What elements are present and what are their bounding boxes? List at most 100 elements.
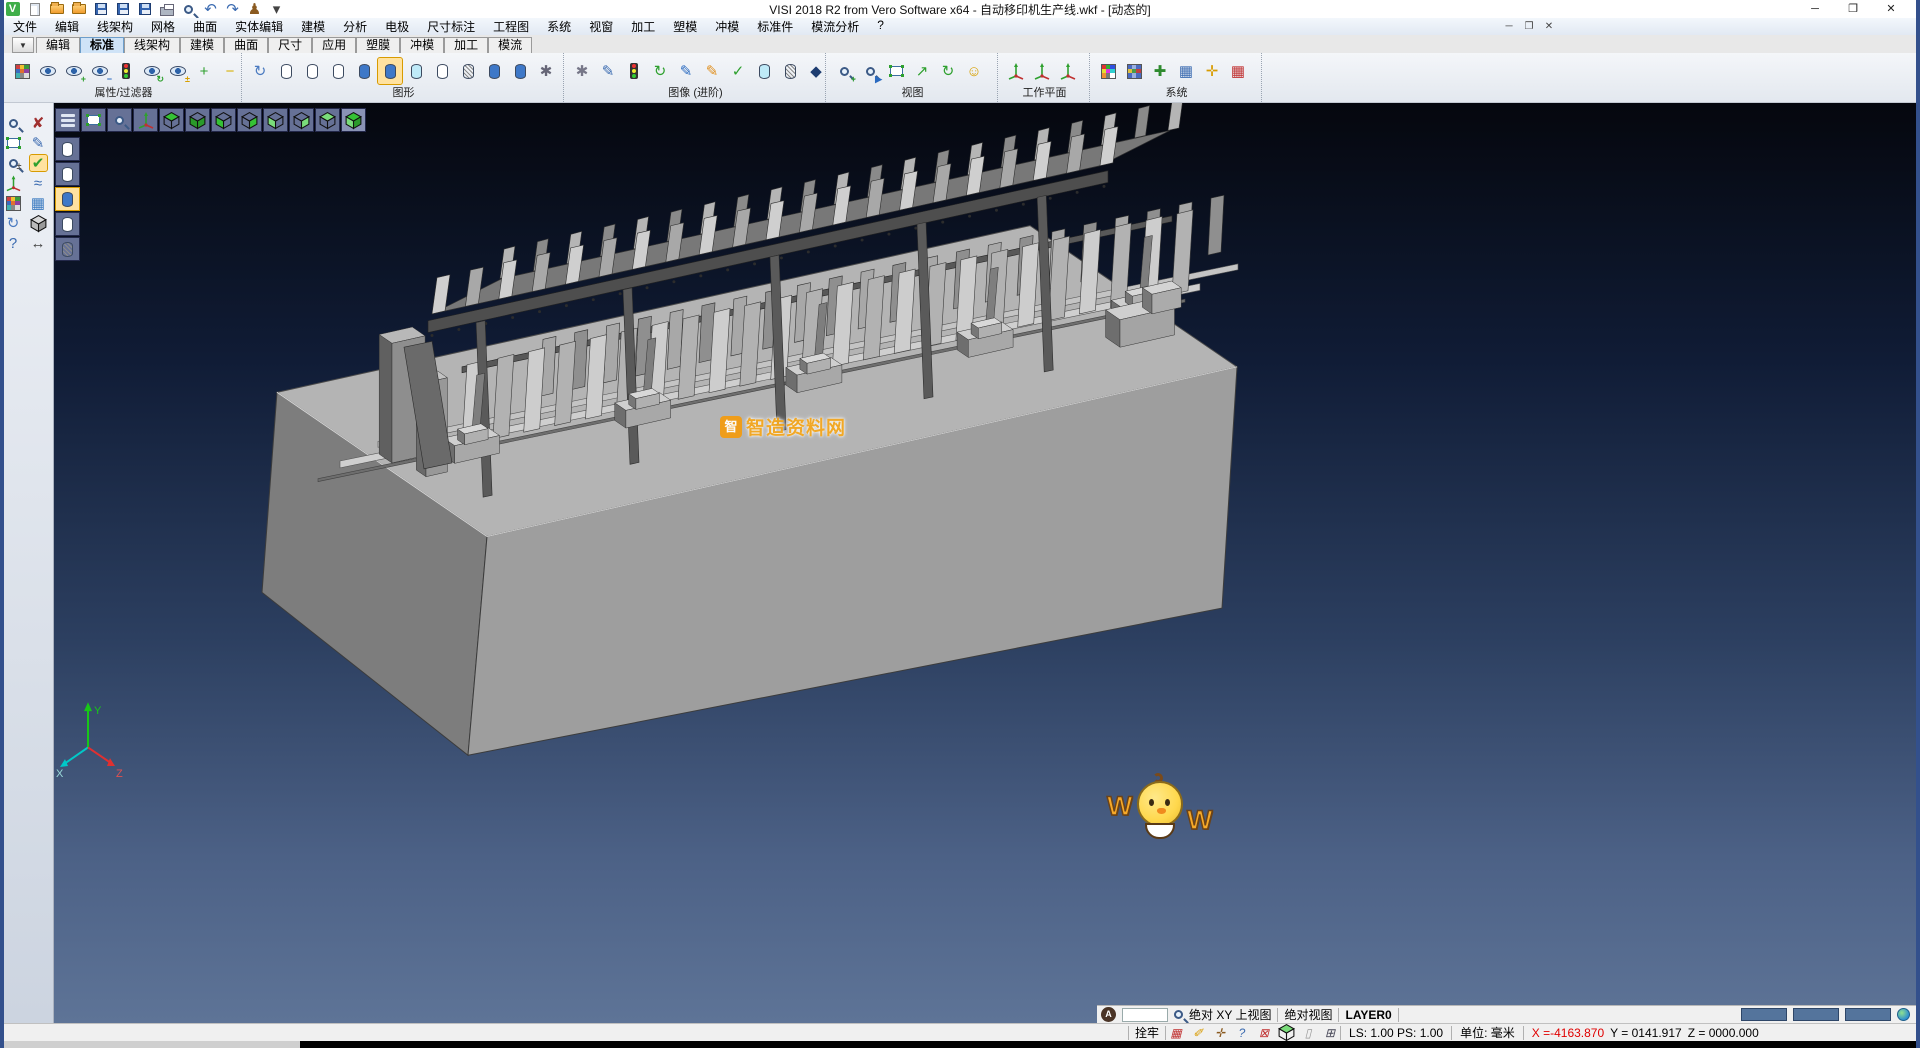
color-swatch-3[interactable]: [1845, 1008, 1891, 1021]
print-icon[interactable]: [158, 1, 175, 17]
view-right-icon[interactable]: [237, 108, 262, 132]
tab-冲模[interactable]: 冲模: [400, 37, 444, 53]
help-icon[interactable]: ?: [1232, 1025, 1252, 1041]
menu-item-10[interactable]: 工程图: [484, 18, 538, 35]
zoom-window-icon[interactable]: [107, 108, 132, 132]
menu-item-0[interactable]: 文件: [4, 18, 46, 35]
zoom-entity-icon[interactable]: ±: [5, 155, 22, 171]
tab-加工[interactable]: 加工: [444, 37, 488, 53]
redraw-icon[interactable]: ↻: [248, 58, 272, 84]
grid-red-icon[interactable]: ▦: [1226, 58, 1250, 84]
print-preview-icon[interactable]: [180, 1, 197, 17]
show-all-icon[interactable]: +: [192, 58, 216, 84]
view-top-icon[interactable]: [159, 108, 184, 132]
units-indicator[interactable]: 单位: 毫米: [1452, 1024, 1523, 1041]
mdi-minimize-button[interactable]: ─: [1502, 21, 1516, 32]
attribute-books-icon[interactable]: [5, 195, 22, 211]
globe-icon[interactable]: [1897, 1008, 1910, 1021]
hatched-mode-icon[interactable]: [456, 58, 480, 84]
box-select-icon[interactable]: [5, 135, 22, 151]
redo-icon[interactable]: ↷: [224, 1, 241, 17]
advanced-settings-icon[interactable]: ✱: [570, 58, 594, 84]
tab-应用[interactable]: 应用: [312, 37, 356, 53]
visibility-toggle-icon[interactable]: ±: [166, 58, 190, 84]
menu-item-9[interactable]: 尺寸标注: [418, 18, 484, 35]
windows-taskbar-edge[interactable]: [0, 1041, 1920, 1048]
window-layout-icon[interactable]: ⊞: [1320, 1025, 1340, 1041]
measure-icon[interactable]: ↔: [30, 235, 47, 251]
regen-icon[interactable]: ↻: [5, 215, 22, 231]
side-wireframe-icon[interactable]: [55, 137, 80, 161]
entity-pick-icon[interactable]: ✐: [1188, 1025, 1208, 1041]
tab-dropdown-button[interactable]: ▼: [12, 37, 34, 53]
table-window-icon[interactable]: ▦: [1174, 58, 1198, 84]
view-orientation-label[interactable]: 绝对 XY 上视图: [1189, 1006, 1271, 1023]
point-select-icon[interactable]: ✛: [1200, 58, 1224, 84]
maximize-button[interactable]: ❐: [1834, 0, 1872, 18]
material-icon[interactable]: ◆: [804, 58, 828, 84]
view-mode-label[interactable]: 绝对视图: [1284, 1006, 1332, 1023]
minimize-button[interactable]: ─: [1796, 0, 1834, 18]
menu-item-8[interactable]: 电极: [376, 18, 418, 35]
search-icon[interactable]: [1174, 1010, 1183, 1019]
blend-pencil-icon[interactable]: ✎: [674, 58, 698, 84]
mdi-restore-button[interactable]: ❐: [1522, 21, 1536, 32]
workplane-move-icon[interactable]: [1056, 58, 1080, 84]
tab-编辑[interactable]: 编辑: [36, 37, 80, 53]
view-shaded-icon[interactable]: [341, 108, 366, 132]
apply-check-icon[interactable]: ✓: [726, 58, 750, 84]
entity-search-icon[interactable]: [5, 115, 22, 131]
tab-模流[interactable]: 模流: [488, 37, 532, 53]
mdi-close-button[interactable]: ✕: [1542, 21, 1556, 32]
close-button[interactable]: ✕: [1872, 0, 1910, 18]
translucent-mode-icon[interactable]: [404, 58, 428, 84]
shaded-edges-mode-icon[interactable]: [378, 58, 402, 84]
color-swatch-2[interactable]: [1793, 1008, 1839, 1021]
macro-recorder-icon[interactable]: ♟: [246, 1, 263, 17]
view-front-icon[interactable]: [211, 108, 236, 132]
shaded-mode-icon[interactable]: [352, 58, 376, 84]
side-flat-icon[interactable]: [55, 212, 80, 236]
visibility-add-icon[interactable]: +: [62, 58, 86, 84]
view-axis-icon[interactable]: [133, 108, 158, 132]
image-filter-icon[interactable]: [36, 58, 60, 84]
visi-logo[interactable]: V: [4, 1, 21, 17]
tab-曲面[interactable]: 曲面: [224, 37, 268, 53]
open-file-icon[interactable]: [48, 1, 65, 17]
pan-arrow-icon[interactable]: ↗: [910, 58, 934, 84]
curve-edit-icon[interactable]: ✎: [30, 135, 47, 151]
advanced-refresh-icon[interactable]: ↻: [648, 58, 672, 84]
menu-item-3[interactable]: 网格: [142, 18, 184, 35]
machine-model-canvas[interactable]: YXZ: [54, 103, 1916, 1023]
zoom-fit-icon[interactable]: [81, 108, 106, 132]
menu-item-15[interactable]: 冲模: [706, 18, 748, 35]
save-all-icon[interactable]: [136, 1, 153, 17]
monitor-settings-icon[interactable]: [1122, 58, 1146, 84]
dashed-hidden-mode-icon[interactable]: [326, 58, 350, 84]
hide-solid-icon[interactable]: ⊠: [1254, 1025, 1274, 1041]
viewport-3d[interactable]: YXZ 智 智造资料网 W W: [54, 103, 1916, 1023]
menu-item-2[interactable]: 线架构: [88, 18, 142, 35]
menu-item-14[interactable]: 塑模: [664, 18, 706, 35]
view-iso-icon[interactable]: [315, 108, 340, 132]
menu-item-6[interactable]: 建模: [292, 18, 334, 35]
color-swatch-1[interactable]: [1741, 1008, 1787, 1021]
tab-线架构[interactable]: 线架构: [124, 37, 180, 53]
side-hidden-icon[interactable]: [55, 162, 80, 186]
menu-item-12[interactable]: 视窗: [580, 18, 622, 35]
system-tools-icon[interactable]: ✚: [1148, 58, 1172, 84]
undo-icon[interactable]: ↶: [202, 1, 219, 17]
side-shaded-icon[interactable]: [55, 187, 80, 211]
view-back-icon[interactable]: [289, 108, 314, 132]
tab-尺寸[interactable]: 尺寸: [268, 37, 312, 53]
actual-size-icon[interactable]: [884, 58, 908, 84]
quick-access-toolbar[interactable]: V↶↷♟▾: [0, 1, 285, 17]
color-table-icon[interactable]: [1096, 58, 1120, 84]
smile-view-icon[interactable]: ☺: [962, 58, 986, 84]
solid-cube-icon[interactable]: [30, 215, 47, 231]
workplane-icon[interactable]: [1004, 58, 1028, 84]
tab-塑膜[interactable]: 塑膜: [356, 37, 400, 53]
visibility-refresh-icon[interactable]: ↻: [140, 58, 164, 84]
view-left-icon[interactable]: [263, 108, 288, 132]
capture-icon[interactable]: ▦: [1166, 1025, 1186, 1041]
